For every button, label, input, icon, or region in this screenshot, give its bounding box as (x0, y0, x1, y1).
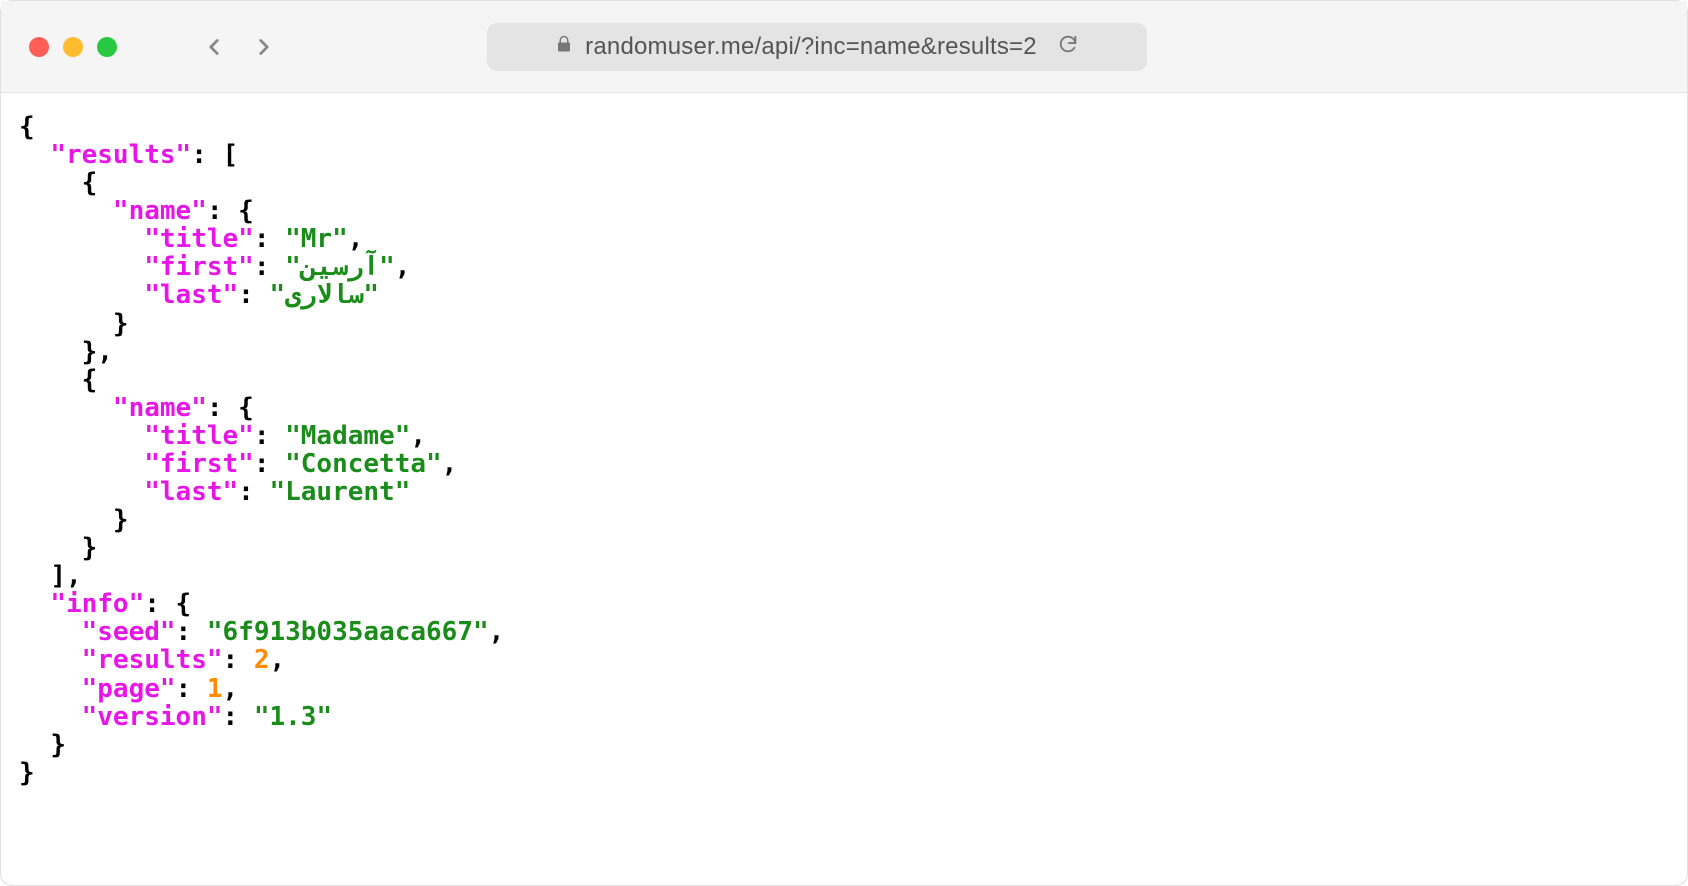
close-button[interactable] (29, 37, 49, 57)
json-string: "Madame" (285, 421, 410, 451)
json-string: "سالاری" (269, 280, 379, 310)
json-key: "last" (144, 477, 238, 507)
back-button[interactable] (201, 34, 227, 60)
json-string: "Concetta" (285, 449, 442, 479)
json-string: "6f913b035aaca667" (207, 617, 489, 647)
json-key: "info" (50, 589, 144, 619)
browser-toolbar: randomuser.me/api/?inc=name&results=2 (1, 1, 1687, 93)
json-key: "seed" (82, 617, 176, 647)
json-number: 2 (254, 645, 270, 675)
json-key: "page" (82, 674, 176, 704)
json-key: "first" (144, 449, 254, 479)
json-key: "version" (82, 702, 223, 732)
json-key: "results" (82, 645, 223, 675)
json-key: "last" (144, 280, 238, 310)
forward-button[interactable] (251, 34, 277, 60)
window-controls (29, 37, 117, 57)
json-content: { "results": [ { "name": { "title": "Mr"… (1, 93, 1687, 807)
json-key: "name" (113, 196, 207, 226)
nav-buttons (201, 34, 277, 60)
json-string: "Mr" (285, 224, 348, 254)
lock-icon (555, 35, 573, 58)
json-number: 1 (207, 674, 223, 704)
json-key: "title" (144, 224, 254, 254)
url-text: randomuser.me/api/?inc=name&results=2 (585, 33, 1037, 61)
json-string: "آرسین" (285, 252, 395, 282)
json-key: "first" (144, 252, 254, 282)
address-bar[interactable]: randomuser.me/api/?inc=name&results=2 (487, 23, 1147, 71)
minimize-button[interactable] (63, 37, 83, 57)
json-string: "1.3" (254, 702, 332, 732)
json-key: "title" (144, 421, 254, 451)
reload-button[interactable] (1057, 33, 1079, 60)
maximize-button[interactable] (97, 37, 117, 57)
json-key: "name" (113, 393, 207, 423)
json-key: "results" (50, 140, 191, 170)
json-string: "Laurent" (269, 477, 410, 507)
